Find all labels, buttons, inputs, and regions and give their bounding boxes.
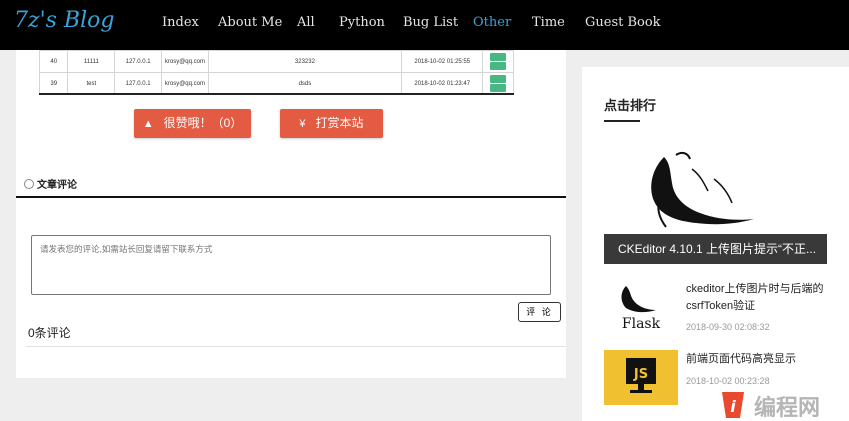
table-cell: krosy@qq.com [161, 50, 209, 73]
table-cell: 323232 [207, 50, 403, 73]
divider [16, 196, 566, 198]
rank-thumbnail: JS [604, 350, 678, 405]
delete-button [490, 62, 507, 70]
comments-heading: 文章评论 [24, 176, 77, 191]
list-item[interactable]: Flask ckeditor上传图片时与后端的csrfToken验证 2018-… [604, 280, 827, 336]
rank-item-date: 2018-10-02 00:23:28 [686, 376, 770, 386]
site-logo[interactable]: 7z's Blog [14, 8, 114, 33]
submit-comment-button[interactable]: 评 论 [518, 302, 561, 322]
yen-icon: ¥ [299, 118, 306, 130]
comment-input[interactable] [31, 235, 551, 295]
table-cell: 2018-10-02 01:25:55 [401, 50, 484, 73]
nav-time[interactable]: Time [532, 15, 565, 30]
thumbs-up-icon: ▲ [142, 118, 154, 130]
table-bottom-border [39, 93, 514, 95]
table-cell: krosy@qq.com [161, 72, 209, 95]
featured-article[interactable]: CKEditor 4.10.1 上传图片提示“不正... [604, 139, 827, 264]
comment-bubble-icon [24, 179, 34, 189]
table-cell: 2018-10-02 01:23:47 [401, 72, 484, 95]
nav-about-me[interactable]: About Me [218, 15, 282, 30]
nav-index[interactable]: Index [162, 15, 199, 30]
sidebar-title: 点击排行 [604, 98, 657, 113]
table-cell: dsds [207, 72, 403, 95]
top-navbar: 7z's Blog Index About Me All Python Bug … [0, 0, 849, 50]
article-screenshot-table: 40 11111 127.0.0.1 krosy@qq.com 323232 2… [38, 50, 514, 95]
reply-button [490, 75, 507, 83]
comments-heading-text: 文章评论 [37, 180, 77, 191]
rank-item-title[interactable]: 前端页面代码高亮显示 [686, 351, 826, 368]
divider [26, 346, 566, 347]
table-cell: 11111 [67, 50, 116, 73]
comment-count: 0条评论 [28, 326, 71, 340]
table-row: 39 test 127.0.0.1 krosy@qq.com dsds 2018… [38, 72, 514, 95]
nav-all[interactable]: All [297, 15, 315, 30]
like-button[interactable]: ▲ 很赞哦！（0） [134, 109, 251, 138]
nav-other[interactable]: Other [473, 15, 511, 30]
table-cell: 127.0.0.1 [114, 72, 163, 95]
flask-logo-icon: Flask [604, 280, 678, 335]
flask-thumb-text: Flask [622, 316, 661, 332]
nav-guest-book[interactable]: Guest Book [585, 15, 661, 30]
js-thumb-text: JS [633, 367, 648, 382]
watermark-text: 编程网 [754, 395, 821, 420]
featured-title: CKEditor 4.10.1 上传图片提示“不正... [604, 234, 827, 264]
watermark-logo-icon: i [722, 392, 744, 418]
sidebar-title-underline [604, 120, 640, 122]
table-cell-ops [482, 50, 514, 73]
nav-python[interactable]: Python [339, 15, 385, 30]
table-cell: 127.0.0.1 [114, 50, 163, 73]
nav-bug-list[interactable]: Bug List [403, 15, 458, 30]
rank-thumbnail: Flask [604, 280, 678, 335]
donate-label: 打赏本站 [315, 116, 364, 130]
sidebar: 点击排行 CKEditor 4.10.1 上传图片提示“不正... Flask … [582, 67, 849, 421]
table-cell: 40 [38, 50, 69, 73]
table-cell: 39 [38, 72, 69, 95]
rank-item-title[interactable]: ckeditor上传图片时与后端的csrfToken验证 [686, 281, 826, 315]
table-cell: test [67, 72, 116, 95]
watermark-logo-text: i [730, 397, 736, 416]
reply-button [490, 53, 507, 61]
like-label: 很赞哦！（0） [163, 116, 243, 130]
table-row: 40 11111 127.0.0.1 krosy@qq.com 323232 2… [38, 50, 514, 73]
table-cell-ops [482, 72, 514, 95]
delete-button [490, 84, 507, 92]
js-monitor-icon: JS [604, 350, 678, 405]
article-panel: 40 11111 127.0.0.1 krosy@qq.com 323232 2… [16, 50, 566, 378]
rank-item-date: 2018-09-30 02:08:32 [686, 322, 770, 332]
site-watermark: i 编程网 [718, 390, 848, 420]
donate-button[interactable]: ¥ 打赏本站 [280, 109, 383, 138]
